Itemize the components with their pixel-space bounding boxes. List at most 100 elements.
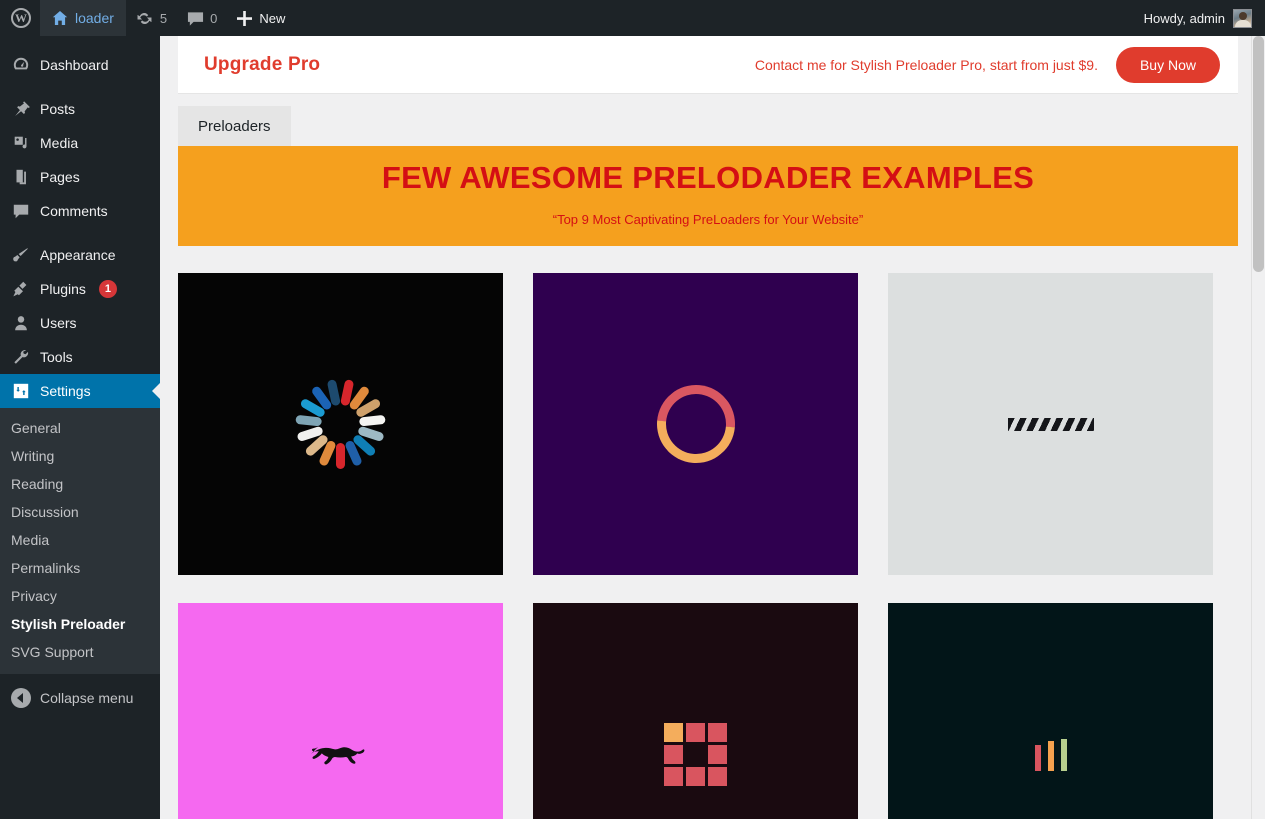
preloader-tile-diagonal-stripes[interactable] — [888, 273, 1213, 575]
sidebar-item-label: Posts — [40, 102, 75, 116]
windows-activation-watermark: Activate Windows Go to Settings to activ… — [974, 815, 1211, 819]
sidebar-item-label: Comments — [40, 204, 108, 218]
preloader-tile-petal-spinner[interactable] — [178, 273, 503, 575]
submenu-item-general[interactable]: General — [0, 414, 160, 442]
section-subtitle: “Top 9 Most Captivating PreLoaders for Y… — [178, 196, 1238, 227]
sidebar-item-label: Pages — [40, 170, 80, 184]
pages-icon — [11, 167, 31, 187]
petal — [359, 415, 386, 427]
media-icon — [11, 133, 31, 153]
section-title: FEW AWESOME PRELODADER EXAMPLES — [178, 146, 1238, 196]
sidebar-item-label: Tools — [40, 350, 73, 364]
sidebar-item-label: Dashboard — [40, 58, 109, 72]
three-bars-icon — [1035, 737, 1067, 771]
petal — [336, 443, 345, 469]
sidebar-item-comments[interactable]: Comments — [0, 194, 160, 228]
plug-icon — [11, 279, 31, 299]
submenu-item-privacy[interactable]: Privacy — [0, 582, 160, 610]
user-icon — [11, 313, 31, 333]
admin-bar: loader 5 0 New Howdy, admin — [0, 0, 1265, 36]
submenu-item-permalinks[interactable]: Permalinks — [0, 554, 160, 582]
upgrade-pro-actions: Contact me for Stylish Preloader Pro, st… — [755, 47, 1238, 83]
tab-preloaders[interactable]: Preloaders — [178, 106, 291, 146]
sidebar-item-label: Appearance — [40, 248, 116, 262]
submenu-item-svg-support[interactable]: SVG Support — [0, 638, 160, 666]
wordpress-logo-icon — [11, 8, 31, 28]
admin-sidebar: Dashboard Posts Media Pages Commen — [0, 36, 160, 819]
grid-square — [686, 745, 705, 764]
grid-square — [686, 723, 705, 742]
sidebar-item-label: Settings — [40, 384, 91, 398]
comment-bubble-icon — [187, 11, 203, 26]
grid-square — [664, 723, 683, 742]
wrench-icon — [11, 347, 31, 367]
updates-count: 5 — [160, 11, 167, 26]
preloader-tile-three-bars[interactable]: Activate Windows Go to Settings to activ… — [888, 603, 1213, 819]
upgrade-pro-message: Contact me for Stylish Preloader Pro, st… — [755, 57, 1098, 73]
sidebar-item-posts[interactable]: Posts — [0, 92, 160, 126]
sidebar-item-pages[interactable]: Pages — [0, 160, 160, 194]
avatar — [1233, 9, 1252, 28]
plus-icon — [237, 11, 252, 26]
pin-icon — [11, 99, 31, 119]
submenu-item-reading[interactable]: Reading — [0, 470, 160, 498]
tab-bar: Preloaders — [178, 106, 1238, 146]
sidebar-item-label: Plugins — [40, 282, 86, 296]
running-animal-icon — [305, 736, 377, 772]
home-icon — [52, 10, 68, 26]
submenu-item-writing[interactable]: Writing — [0, 442, 160, 470]
scrollbar-thumb[interactable] — [1253, 36, 1264, 272]
updates-menu[interactable]: 5 — [126, 0, 177, 36]
howdy-label: Howdy, admin — [1144, 11, 1225, 26]
dual-arc-spinner-icon — [657, 385, 735, 463]
sidebar-item-label: Media — [40, 136, 78, 150]
sidebar-item-appearance[interactable]: Appearance — [0, 238, 160, 272]
grid-square — [708, 723, 727, 742]
collapse-arrow-icon — [11, 688, 31, 708]
loader-bar — [1048, 741, 1054, 771]
upgrade-pro-banner: Upgrade Pro Contact me for Stylish Prelo… — [178, 36, 1238, 94]
my-account-menu[interactable]: Howdy, admin — [1134, 0, 1265, 36]
diagonal-stripes-icon — [1008, 418, 1094, 431]
page-scrollbar[interactable] — [1251, 36, 1265, 819]
grid-square — [664, 745, 683, 764]
watermark-title: Activate Windows — [974, 815, 1211, 819]
sidebar-item-label: Users — [40, 316, 77, 330]
comment-icon — [11, 201, 31, 221]
sidebar-separator — [0, 82, 160, 92]
brush-icon — [11, 245, 31, 265]
grid-square — [686, 767, 705, 786]
updates-icon — [136, 10, 153, 27]
site-name-menu[interactable]: loader — [40, 0, 126, 36]
sidebar-item-media[interactable]: Media — [0, 126, 160, 160]
new-label: New — [259, 11, 285, 26]
sidebar-item-settings[interactable]: Settings — [0, 374, 160, 408]
preloader-tile-square-grid[interactable] — [533, 603, 858, 819]
preloader-tile-dual-arc-spinner[interactable] — [533, 273, 858, 575]
submenu-item-media[interactable]: Media — [0, 526, 160, 554]
collapse-menu-button[interactable]: Collapse menu — [0, 674, 160, 708]
dashboard-icon — [11, 55, 31, 75]
sidebar-menu: Dashboard Posts Media Pages Commen — [0, 36, 160, 408]
loader-bar — [1035, 745, 1041, 771]
grid-square — [708, 767, 727, 786]
sidebar-item-tools[interactable]: Tools — [0, 340, 160, 374]
grid-square — [708, 745, 727, 764]
sidebar-item-dashboard[interactable]: Dashboard — [0, 48, 160, 82]
sidebar-item-users[interactable]: Users — [0, 306, 160, 340]
comments-menu[interactable]: 0 — [177, 0, 227, 36]
preloader-tile-running-animal[interactable] — [178, 603, 503, 819]
submenu-item-discussion[interactable]: Discussion — [0, 498, 160, 526]
settings-submenu: General Writing Reading Discussion Media… — [0, 408, 160, 674]
sidebar-item-plugins[interactable]: Plugins 1 — [0, 272, 160, 306]
wordpress-logo-menu[interactable] — [0, 0, 40, 36]
new-content-menu[interactable]: New — [227, 0, 295, 36]
buy-now-button[interactable]: Buy Now — [1116, 47, 1220, 83]
square-grid-icon — [664, 723, 727, 786]
site-name-label: loader — [75, 10, 114, 26]
sidebar-separator — [0, 228, 160, 238]
petal-spinner-icon — [296, 379, 386, 469]
main-content: Upgrade Pro Contact me for Stylish Prelo… — [160, 36, 1265, 819]
submenu-item-stylish-preloader[interactable]: Stylish Preloader — [0, 610, 160, 638]
collapse-menu-label: Collapse menu — [40, 690, 133, 706]
